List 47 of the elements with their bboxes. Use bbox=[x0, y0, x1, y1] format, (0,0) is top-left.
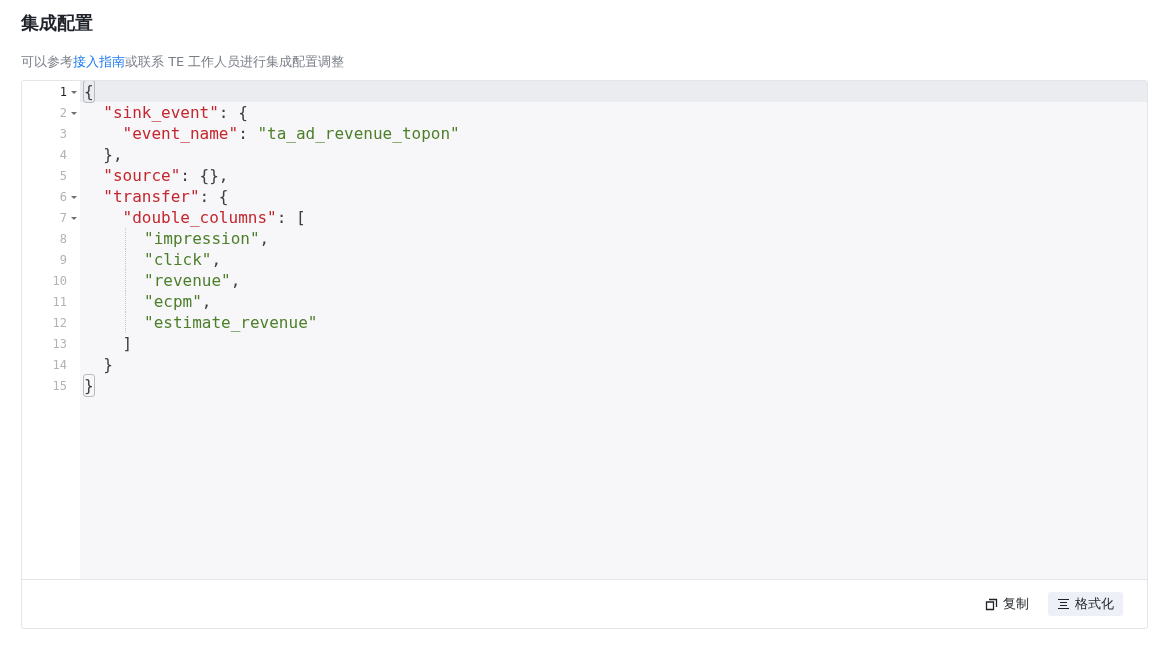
code-token: : {}, bbox=[180, 165, 229, 186]
line-number: 2 bbox=[59, 105, 67, 120]
line-number: 6 bbox=[59, 189, 67, 204]
code-token: "double_columns" bbox=[121, 207, 277, 228]
line-number: 13 bbox=[52, 336, 67, 351]
code-token: , bbox=[230, 270, 241, 291]
copy-button[interactable]: 复制 bbox=[976, 592, 1038, 616]
code-token: "revenue" bbox=[144, 270, 231, 291]
line-number: 12 bbox=[52, 315, 67, 330]
line-number: 1 bbox=[59, 84, 67, 99]
align-left-icon bbox=[1057, 598, 1070, 610]
line-number: 15 bbox=[52, 378, 67, 393]
code-token: "source" bbox=[102, 165, 181, 186]
line-number: 5 bbox=[59, 168, 67, 183]
code-token: : { bbox=[218, 102, 248, 123]
code-token: }, bbox=[102, 144, 123, 165]
code-token: "estimate_revenue" bbox=[144, 312, 318, 333]
code-token: , bbox=[259, 228, 270, 249]
code-token: "ta_ad_revenue_topon" bbox=[257, 123, 460, 144]
page-title: 集成配置 bbox=[21, 11, 94, 35]
copy-icon bbox=[985, 597, 998, 611]
line-number: 4 bbox=[59, 147, 67, 162]
line-number: 14 bbox=[52, 357, 67, 372]
code-token: { bbox=[84, 81, 94, 102]
code-token: "click" bbox=[144, 249, 212, 270]
code-token: } bbox=[84, 375, 94, 396]
line-number: 8 bbox=[59, 231, 67, 246]
code-token: , bbox=[211, 249, 222, 270]
line-number: 10 bbox=[52, 273, 67, 288]
line-number: 11 bbox=[52, 294, 67, 309]
line-number: 9 bbox=[59, 252, 67, 267]
line-number: 7 bbox=[59, 210, 67, 225]
code-token: } bbox=[102, 354, 113, 375]
code-token: "ecpm" bbox=[144, 291, 202, 312]
code-token: : { bbox=[199, 186, 229, 207]
code-token: "sink_event" bbox=[102, 102, 219, 123]
code-token: : [ bbox=[276, 207, 306, 228]
format-button[interactable]: 格式化 bbox=[1048, 592, 1123, 616]
code-token: "impression" bbox=[144, 228, 260, 249]
guide-link[interactable]: 接入指南 bbox=[73, 54, 125, 69]
code-token: ] bbox=[121, 333, 133, 354]
code-token: : bbox=[238, 123, 249, 144]
code-token: "event_name" bbox=[121, 123, 239, 144]
code-token: , bbox=[201, 291, 212, 312]
line-number: 3 bbox=[59, 126, 67, 141]
description-text: 可以参考接入指南或联系 TE 工作人员进行集成配置调整 bbox=[21, 53, 346, 71]
code-token: "transfer" bbox=[102, 186, 200, 207]
